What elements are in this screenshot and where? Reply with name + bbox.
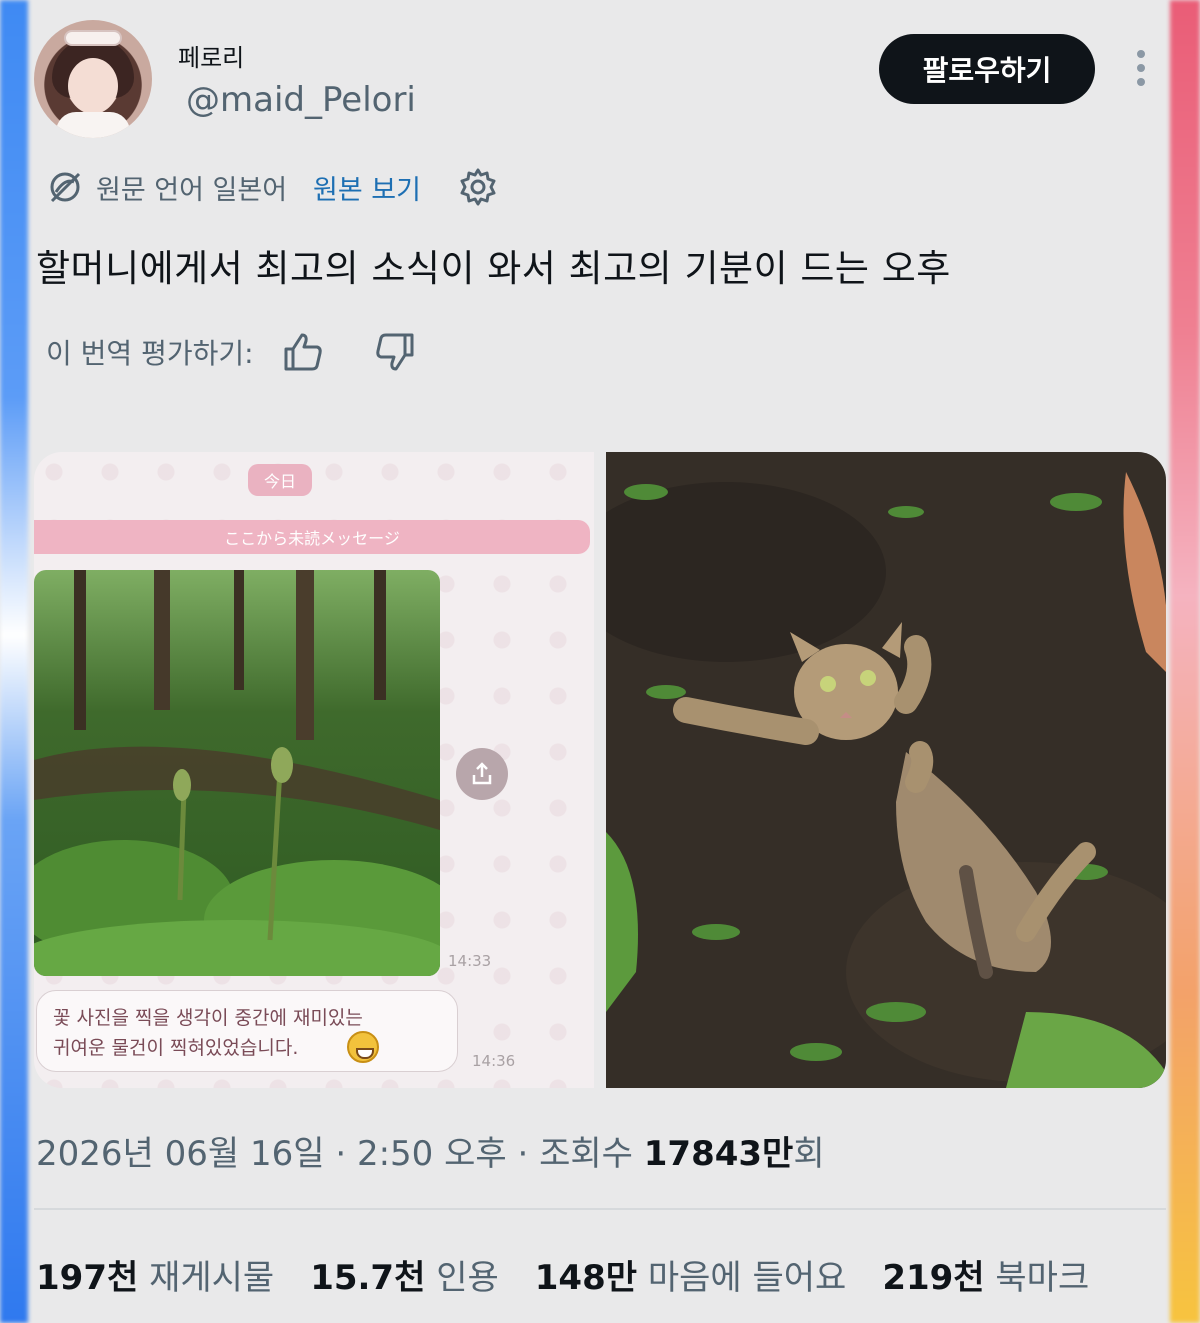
tweet-time[interactable]: 2:50 오후: [357, 1134, 507, 1174]
tweet-detail: 페로리 @maid_Pelori 팔로우하기 원문 언어 일본어 원본 보기 할…: [0, 0, 1200, 1323]
divider: [34, 1208, 1166, 1210]
share-icon[interactable]: [456, 748, 508, 800]
stat-value: 197천: [36, 1258, 139, 1298]
thumbs-up-icon[interactable]: [280, 329, 326, 375]
message-time: 14:36: [472, 1052, 516, 1070]
follow-button[interactable]: 팔로우하기: [879, 34, 1095, 104]
rate-translation: 이 번역 평가하기:: [46, 326, 418, 378]
stat-value: 219천: [882, 1258, 985, 1298]
tweet-meta: 2026년 06월 16일 · 2:50 오후 · 조회수 17843만회: [36, 1126, 825, 1175]
avatar-face: [68, 58, 118, 114]
bookmarks-stat[interactable]: 219천 북마크: [882, 1250, 1089, 1299]
stat-label: 재게시물: [149, 1258, 275, 1298]
avatar[interactable]: [34, 20, 152, 138]
message-time: 14:33: [448, 952, 492, 970]
rate-translation-label: 이 번역 평가하기:: [46, 337, 254, 370]
tweet-date[interactable]: 2026년 06월 16일: [36, 1134, 325, 1174]
thumbs-down-icon[interactable]: [372, 329, 418, 375]
stat-label: 인용: [436, 1258, 499, 1298]
chat-message-line: 꽃 사진을 찍을 생각이 중간에 재미있는: [53, 1007, 363, 1029]
date-pill: 今日: [248, 464, 312, 496]
views-suffix: 회: [793, 1134, 825, 1174]
media-gallery[interactable]: 今日 ここから未読メッセージ 14:33 꽃 사진을 찍을 생각이 중간에 재미…: [34, 452, 1166, 1088]
display-name[interactable]: 페로리: [178, 38, 244, 73]
meta-separator: ·: [506, 1134, 540, 1174]
chat-message-bubble: 꽃 사진을 찍을 생각이 중간에 재미있는 귀여운 물건이 찍혀있었습니다.: [36, 990, 458, 1072]
more-options-icon[interactable]: [1128, 50, 1154, 90]
unread-divider: ここから未読メッセージ: [34, 520, 590, 554]
quotes-stat[interactable]: 15.7천 인용: [310, 1250, 499, 1299]
cat-photo[interactable]: [606, 452, 1166, 1088]
avatar-headband: [64, 30, 122, 46]
forest-photo: [34, 570, 440, 976]
tweet-text: 할머니에게서 최고의 소식이 와서 최고의 기분이 드는 오후: [36, 247, 951, 290]
translate-globe-icon: [50, 172, 81, 203]
gear-icon[interactable]: [457, 166, 499, 208]
stat-value: 148만: [534, 1258, 638, 1298]
avatar-collar: [56, 112, 130, 138]
stat-label: 마음에 들어요: [647, 1258, 847, 1298]
smile-emoji-icon: [347, 1031, 379, 1063]
chat-screenshot-image[interactable]: 今日 ここから未読メッセージ 14:33 꽃 사진을 찍을 생각이 중간에 재미…: [34, 452, 594, 1088]
translation-bar: 원문 언어 일본어 원본 보기: [46, 165, 499, 209]
user-handle[interactable]: @maid_Pelori: [186, 80, 416, 120]
likes-stat[interactable]: 148만 마음에 들어요: [535, 1250, 847, 1299]
engagement-stats: 197천 재게시물 15.7천 인용 148만 마음에 들어요 219천 북마크: [36, 1250, 1125, 1299]
views-count: 17843만: [643, 1134, 794, 1174]
chat-message-line: 귀여운 물건이 찍혀있었습니다.: [53, 1037, 299, 1059]
original-language-label: 원문 언어 일본어: [96, 174, 288, 206]
reposts-stat[interactable]: 197천 재게시물: [36, 1250, 274, 1299]
stat-value: 15.7천: [310, 1258, 426, 1298]
views-label: 조회수: [539, 1134, 644, 1174]
stat-label: 북마크: [995, 1258, 1090, 1298]
meta-separator: ·: [324, 1134, 357, 1174]
view-original-link[interactable]: 원본 보기: [313, 168, 421, 207]
